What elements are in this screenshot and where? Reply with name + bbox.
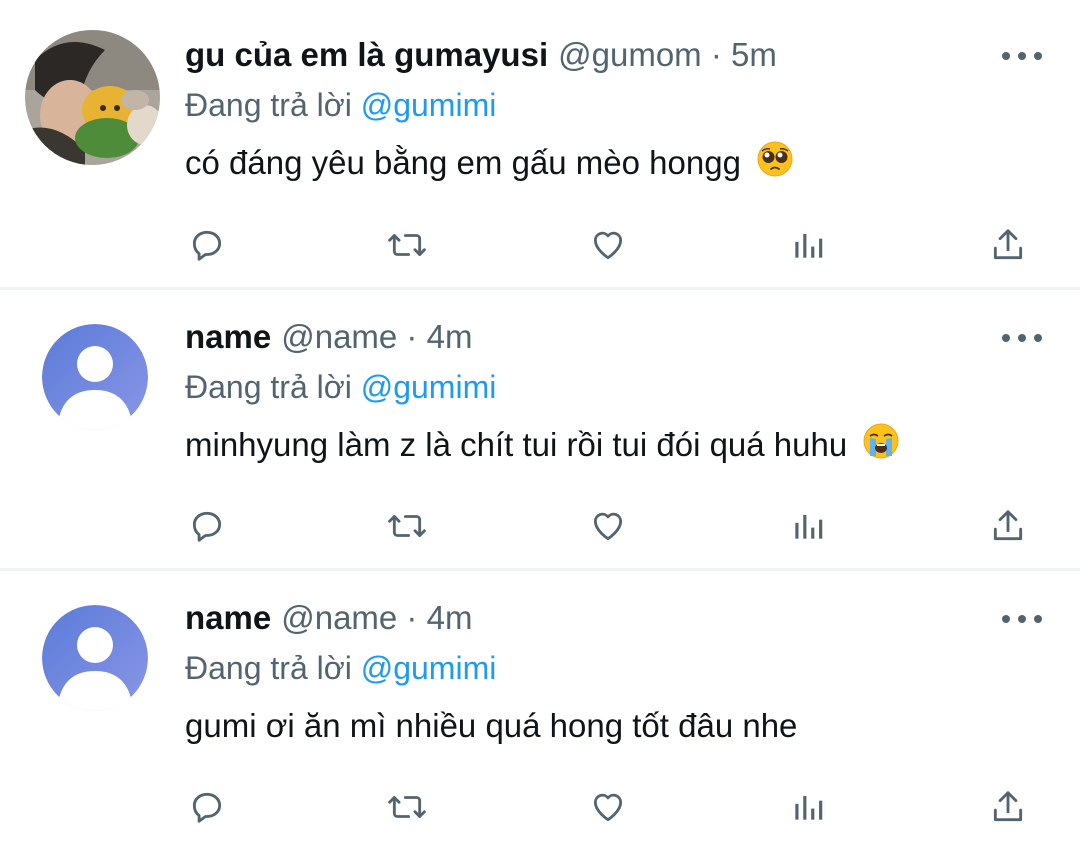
tweet-text: minhyung làm z là chít tui rồi tui đói q…: [185, 422, 1050, 472]
handle-and-time[interactable]: @name · 4m: [281, 599, 472, 637]
replying-to-label: Đang trả lời: [185, 369, 352, 405]
views-icon[interactable]: [786, 223, 830, 267]
like-icon[interactable]: [586, 223, 630, 267]
retweet-icon[interactable]: [385, 504, 429, 548]
tweet-text-body: gumi ơi ăn mì nhiều quá hong tốt đâu nhe: [185, 707, 798, 744]
more-options-icon[interactable]: [1002, 605, 1042, 633]
share-icon[interactable]: [986, 785, 1030, 829]
pleading-face-emoji: [756, 140, 794, 190]
views-icon[interactable]: [786, 504, 830, 548]
tweet[interactable]: gu của em là gumayusi @gumom · 5m Đang t…: [0, 0, 1080, 290]
like-icon[interactable]: [586, 504, 630, 548]
reply-feed: gu của em là gumayusi @gumom · 5m Đang t…: [0, 0, 1080, 850]
share-icon[interactable]: [986, 223, 1030, 267]
user-avatar[interactable]: [25, 30, 160, 165]
handle-and-time[interactable]: @name · 4m: [281, 318, 472, 356]
loudly-crying-face-emoji: [862, 422, 900, 472]
share-icon[interactable]: [986, 504, 1030, 548]
default-avatar-icon: [42, 605, 148, 711]
tweet[interactable]: name @name · 4m Đang trả lời @gumimi min…: [0, 290, 1080, 571]
user-avatar[interactable]: [42, 605, 148, 711]
display-name[interactable]: name: [185, 318, 271, 356]
retweet-icon[interactable]: [385, 223, 429, 267]
tweet-actions: [185, 220, 1030, 270]
photo-avatar: [25, 30, 160, 165]
replying-to-label: Đang trả lời: [185, 87, 352, 123]
reply-icon[interactable]: [185, 223, 229, 267]
tweet-text-body: có đáng yêu bằng em gấu mèo hongg: [185, 144, 741, 181]
display-name[interactable]: name: [185, 599, 271, 637]
replying-to: Đang trả lời @gumimi: [185, 82, 1050, 128]
tweet-actions: [185, 782, 1030, 832]
more-options-icon[interactable]: [1002, 42, 1042, 70]
like-icon[interactable]: [586, 785, 630, 829]
replying-to-label: Đang trả lời: [185, 650, 352, 686]
views-icon[interactable]: [786, 785, 830, 829]
reply-icon[interactable]: [185, 504, 229, 548]
tweet-text: gumi ơi ăn mì nhiều quá hong tốt đâu nhe: [185, 703, 1050, 749]
tweet[interactable]: name @name · 4m Đang trả lời @gumimi gum…: [0, 571, 1080, 850]
user-avatar[interactable]: [42, 324, 148, 430]
more-options-icon[interactable]: [1002, 324, 1042, 352]
replying-to: Đang trả lời @gumimi: [185, 645, 1050, 691]
replying-to-handle[interactable]: @gumimi: [361, 87, 497, 123]
tweet-text: có đáng yêu bằng em gấu mèo hongg: [185, 140, 1050, 190]
retweet-icon[interactable]: [385, 785, 429, 829]
replying-to-handle[interactable]: @gumimi: [361, 650, 497, 686]
replying-to: Đang trả lời @gumimi: [185, 364, 1050, 410]
handle-and-time[interactable]: @gumom · 5m: [558, 36, 777, 74]
replying-to-handle[interactable]: @gumimi: [361, 369, 497, 405]
default-avatar-icon: [42, 324, 148, 430]
tweet-actions: [185, 501, 1030, 551]
tweet-text-body: minhyung làm z là chít tui rồi tui đói q…: [185, 426, 848, 463]
display-name[interactable]: gu của em là gumayusi: [185, 36, 548, 74]
reply-icon[interactable]: [185, 785, 229, 829]
